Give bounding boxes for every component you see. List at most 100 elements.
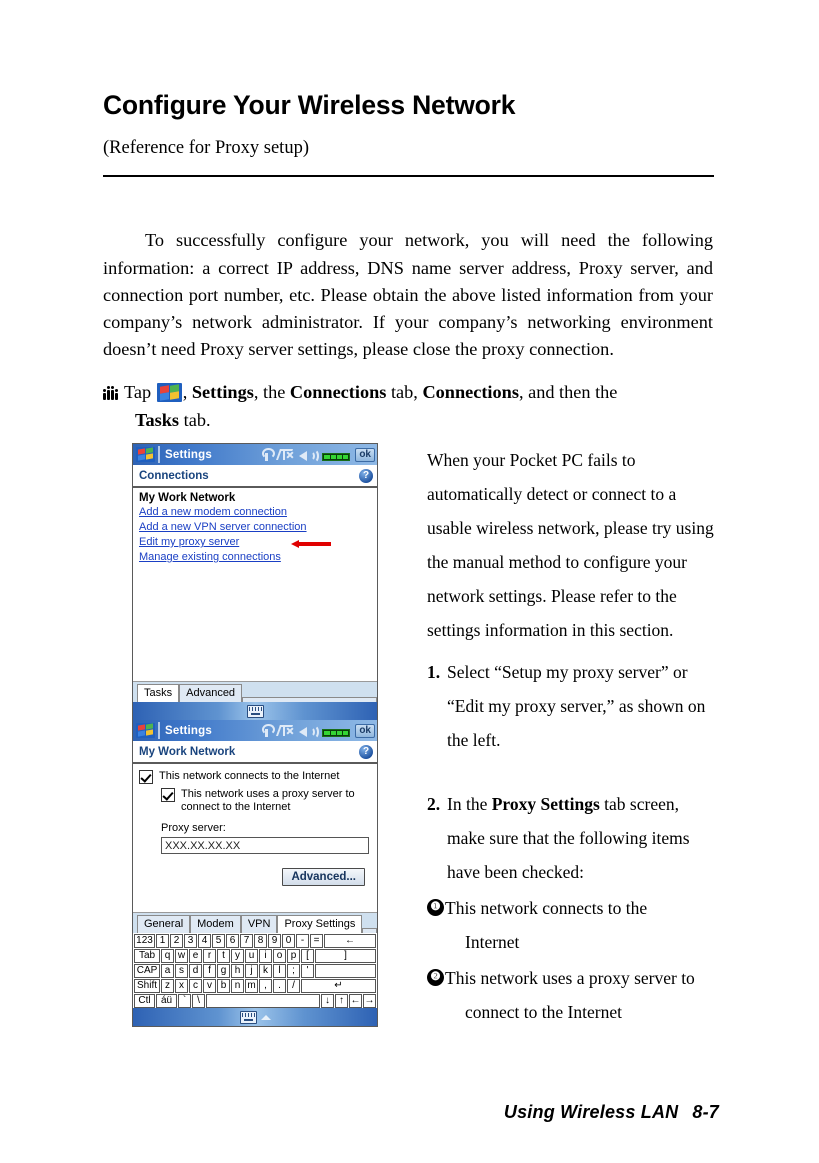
tab-proxy-settings[interactable]: Proxy Settings <box>277 915 363 933</box>
key-o[interactable]: o <box>273 949 286 963</box>
key-q[interactable]: q <box>161 949 174 963</box>
key-e[interactable]: e <box>189 949 202 963</box>
battery-icon-2[interactable] <box>322 728 351 737</box>
key-9[interactable]: 9 <box>268 934 281 948</box>
key-backspace[interactable]: ← <box>324 934 376 948</box>
key-b[interactable]: b <box>217 979 230 993</box>
key-t[interactable]: t <box>217 949 230 963</box>
key-ctl[interactable]: Ctl <box>134 994 155 1008</box>
key-x[interactable]: x <box>175 979 188 993</box>
battery-icon[interactable] <box>322 452 351 461</box>
key-0[interactable]: 0 <box>282 934 295 948</box>
key-h[interactable]: h <box>231 964 244 978</box>
key-backtick[interactable]: ` <box>178 994 191 1008</box>
key-bracket-right[interactable]: ] <box>315 949 376 963</box>
sip-chevron-up-icon[interactable] <box>260 1014 271 1020</box>
advanced-button[interactable]: Advanced... <box>282 868 365 886</box>
key-6[interactable]: 6 <box>226 934 239 948</box>
tab-general[interactable]: General <box>137 915 191 933</box>
link-add-modem-connection[interactable]: Add a new modem connection <box>139 506 287 518</box>
key-arrow-left[interactable]: ← <box>349 994 362 1008</box>
checkbox-uses-proxy[interactable] <box>161 788 175 802</box>
speaker-icon[interactable] <box>299 448 320 463</box>
subheader-2: My Work Network ? <box>133 741 377 764</box>
key-bracket-left[interactable]: [ <box>301 949 314 963</box>
key-4[interactable]: 4 <box>198 934 211 948</box>
key-p[interactable]: p <box>287 949 300 963</box>
key-2[interactable]: 2 <box>170 934 183 948</box>
key-l[interactable]: l <box>273 964 286 978</box>
tab-advanced[interactable]: Advanced <box>179 684 243 702</box>
key-i[interactable]: i <box>259 949 272 963</box>
ok-button[interactable]: ok <box>355 447 375 462</box>
key-tab[interactable]: Tab <box>134 949 160 963</box>
bullet-2-number: ❷ <box>427 969 444 986</box>
key-c[interactable]: c <box>189 979 202 993</box>
key-a[interactable]: a <box>161 964 174 978</box>
key-backslash[interactable]: \ <box>192 994 205 1008</box>
key-shift[interactable]: Shift <box>134 979 160 993</box>
key-8[interactable]: 8 <box>254 934 267 948</box>
key-accent-chars[interactable]: áü <box>156 994 177 1008</box>
signal-x-icon-2[interactable] <box>276 724 294 738</box>
key-equals[interactable]: = <box>310 934 323 948</box>
help-icon-2[interactable]: ? <box>359 744 373 759</box>
key-d[interactable]: d <box>189 964 202 978</box>
tap-sep-1: , <box>182 382 192 402</box>
proxy-server-input[interactable]: XXX.XX.XX.XX <box>161 837 369 854</box>
checkbox-row-connects-internet[interactable]: This network connects to the Internet <box>139 770 371 784</box>
key-cap[interactable]: CAP <box>134 964 160 978</box>
key-semicolon[interactable]: ; <box>287 964 300 978</box>
tab-tasks[interactable]: Tasks <box>137 684 180 702</box>
key-n[interactable]: n <box>231 979 244 993</box>
key-w[interactable]: w <box>175 949 188 963</box>
key-r[interactable]: r <box>203 949 216 963</box>
checkbox-row-uses-proxy[interactable]: This network uses a proxy server to conn… <box>161 788 371 814</box>
key-123[interactable]: 123 <box>134 934 155 948</box>
key-1[interactable]: 1 <box>156 934 169 948</box>
key-comma[interactable]: , <box>259 979 272 993</box>
tap-tasks-rest: tab. <box>179 410 211 430</box>
key-slash[interactable]: / <box>287 979 300 993</box>
antenna-icon-2[interactable] <box>261 723 276 738</box>
key-space[interactable] <box>206 994 320 1008</box>
key-enter[interactable]: ↵ <box>301 979 376 993</box>
key-arrow-up[interactable]: ↑ <box>335 994 348 1008</box>
key-s[interactable]: s <box>175 964 188 978</box>
key-z[interactable]: z <box>161 979 174 993</box>
key-arrow-right[interactable]: → <box>363 994 376 1008</box>
keyboard-icon[interactable] <box>246 704 264 718</box>
key-j[interactable]: j <box>245 964 258 978</box>
help-icon[interactable]: ? <box>359 468 373 483</box>
key-5[interactable]: 5 <box>212 934 225 948</box>
key-period[interactable]: . <box>273 979 286 993</box>
start-menu-icon-2[interactable] <box>136 723 155 738</box>
link-manage-existing-connections[interactable]: Manage existing connections <box>139 551 281 563</box>
key-u[interactable]: u <box>245 949 258 963</box>
key-minus[interactable]: - <box>296 934 309 948</box>
key-apostrophe[interactable]: ' <box>301 964 314 978</box>
right-paragraph: When your Pocket PC fails to automatical… <box>427 450 714 640</box>
tab-modem[interactable]: Modem <box>190 915 241 933</box>
key-g[interactable]: g <box>217 964 230 978</box>
key-k[interactable]: k <box>259 964 272 978</box>
key-m[interactable]: m <box>245 979 258 993</box>
link-edit-my-proxy-server[interactable]: Edit my proxy server <box>139 536 239 548</box>
link-add-vpn-connection[interactable]: Add a new VPN server connection <box>139 521 307 533</box>
soft-keyboard[interactable]: 123 1 2 3 4 5 6 7 8 9 0 - = ← Tab q w e … <box>133 933 377 1008</box>
tab-vpn[interactable]: VPN <box>240 915 278 933</box>
key-7[interactable]: 7 <box>240 934 253 948</box>
signal-x-icon[interactable] <box>276 448 294 462</box>
key-3[interactable]: 3 <box>184 934 197 948</box>
key-v[interactable]: v <box>203 979 216 993</box>
key-arrow-down[interactable]: ↓ <box>321 994 334 1008</box>
keyboard-icon-2[interactable] <box>239 1010 257 1024</box>
ok-button-2[interactable]: ok <box>355 723 375 738</box>
key-f[interactable]: f <box>203 964 216 978</box>
speaker-icon-2[interactable] <box>299 724 320 739</box>
checkbox-connects-internet[interactable] <box>139 770 153 784</box>
start-menu-icon[interactable] <box>136 447 155 462</box>
tap-settings-label: Settings <box>191 382 254 402</box>
key-y[interactable]: y <box>231 949 244 963</box>
antenna-icon[interactable] <box>261 447 276 462</box>
